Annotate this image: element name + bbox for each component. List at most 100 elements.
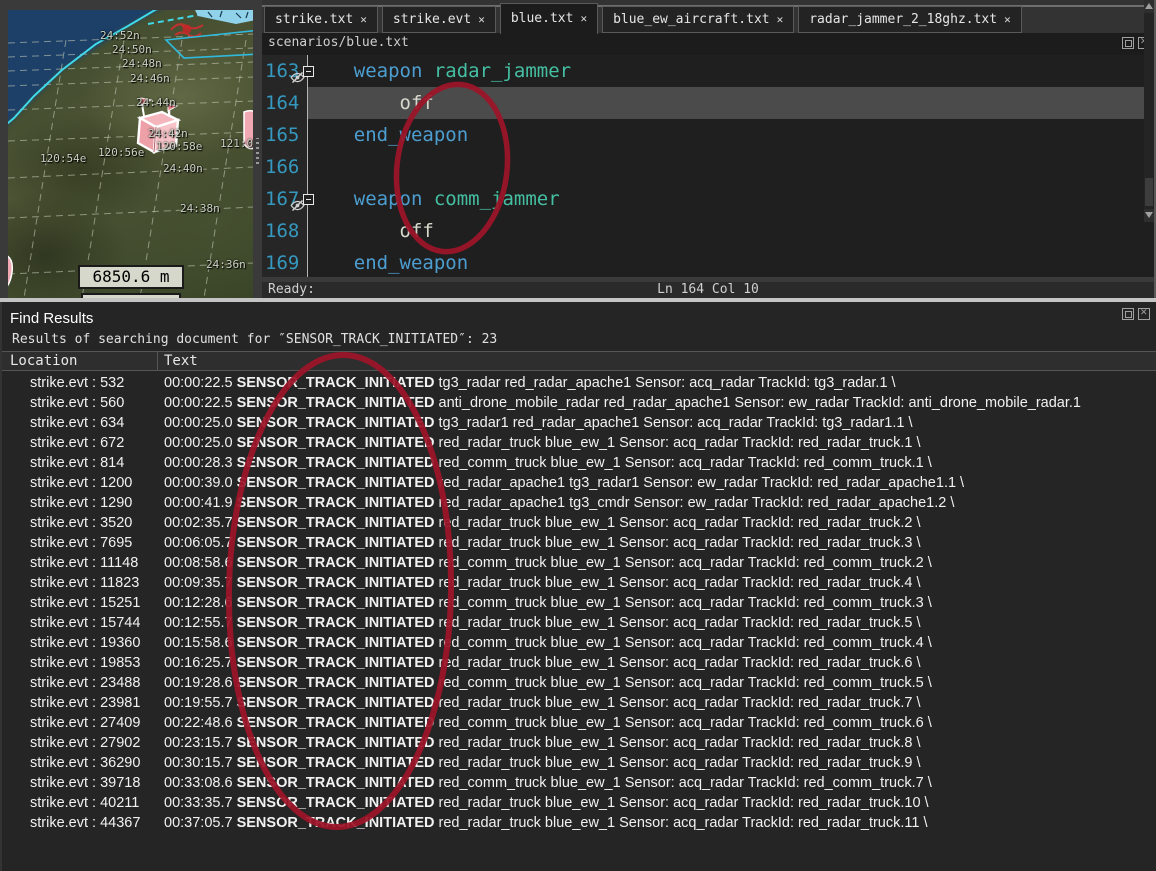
entity-partial-left[interactable] [8,254,12,292]
column-divider[interactable] [157,352,158,370]
result-location: strike.evt : 19360 [2,633,164,653]
fold-collapse-icon[interactable] [303,194,314,205]
result-text: 00:19:28.6 SENSOR_TRACK_INITIATED red_co… [164,673,1156,693]
tab-close-icon[interactable]: ✕ [478,7,485,32]
code-text: weapon comm_jammer [308,183,1144,215]
result-location: strike.evt : 23981 [2,693,164,713]
table-row[interactable]: strike.evt : 53200:00:22.5 SENSOR_TRACK_… [2,373,1156,393]
close-icon[interactable] [1138,308,1150,320]
tab-label: blue_ew_aircraft.txt [613,7,770,32]
code-line-167[interactable]: 167 weapon comm_jammer [262,183,1154,215]
table-row[interactable]: strike.evt : 63400:00:25.0 SENSOR_TRACK_… [2,413,1156,433]
event-name: SENSOR_TRACK_INITIATED [237,375,435,391]
token-type: comm_jammer [434,188,560,210]
tab-close-icon[interactable]: ✕ [580,4,587,34]
result-text: 00:22:48.6 SENSOR_TRACK_INITIATED red_co… [164,713,1156,733]
table-row[interactable]: strike.evt : 3629000:30:15.7 SENSOR_TRAC… [2,753,1156,773]
table-row[interactable]: strike.evt : 2790200:23:15.7 SENSOR_TRAC… [2,733,1156,753]
tab-blue.txt[interactable]: blue.txt✕ [500,3,598,34]
event-name: SENSOR_TRACK_INITIATED [237,635,435,651]
table-row[interactable]: strike.evt : 2740900:22:48.6 SENSOR_TRAC… [2,713,1156,733]
table-row[interactable]: strike.evt : 2398100:19:55.7 SENSOR_TRAC… [2,693,1156,713]
event-name: SENSOR_TRACK_INITIATED [237,595,435,611]
scroll-up-icon[interactable] [1144,0,1154,13]
tab-close-icon[interactable]: ✕ [360,7,367,32]
result-location: strike.evt : 11148 [2,553,164,573]
tab-close-icon[interactable]: ✕ [777,7,784,32]
graticule-label: 121:00 [220,137,254,150]
result-location: strike.evt : 23488 [2,673,164,693]
result-text: 00:33:08.6 SENSOR_TRACK_INITIATED red_co… [164,773,1156,793]
results-table-header[interactable]: Location Text [2,351,1156,371]
fold-collapse-icon[interactable] [303,66,314,77]
result-location: strike.evt : 634 [2,413,164,433]
float-icon[interactable] [1122,37,1134,49]
application-window: 24:52n24:50n24:48n24:46n24:44n24:42n24:4… [0,0,1156,871]
table-row[interactable]: strike.evt : 2348800:19:28.6 SENSOR_TRAC… [2,673,1156,693]
vertical-splitter[interactable] [253,0,262,298]
line-number: 163 [262,55,308,87]
result-text: 00:06:05.7 SENSOR_TRACK_INITIATED red_ra… [164,533,1156,553]
scrollbar-thumb[interactable] [1145,178,1153,206]
event-name: SENSOR_TRACK_INITIATED [237,715,435,731]
result-text: 00:09:35.7 SENSOR_TRACK_INITIATED red_ra… [164,573,1156,593]
tab-blue_ew_aircraft.txt[interactable]: blue_ew_aircraft.txt ✕ [602,6,794,33]
tab-strike.txt[interactable]: strike.txt✕ [264,6,378,33]
table-row[interactable]: strike.evt : 129000:00:41.9 SENSOR_TRACK… [2,493,1156,513]
graticule-label: 120:56e [98,146,144,159]
editor-vertical-scrollbar[interactable] [1144,0,1154,222]
event-name: SENSOR_TRACK_INITIATED [237,775,435,791]
table-row[interactable]: strike.evt : 1114800:08:58.6 SENSOR_TRAC… [2,553,1156,573]
result-location: strike.evt : 1200 [2,473,164,493]
table-row[interactable]: strike.evt : 3971800:33:08.6 SENSOR_TRAC… [2,773,1156,793]
code-line-164[interactable]: 164 off [262,87,1154,119]
tab-label: radar_jammer_2_18ghz.txt [809,7,997,32]
table-row[interactable]: strike.evt : 769500:06:05.7 SENSOR_TRACK… [2,533,1156,553]
result-text: 00:12:28.6 SENSOR_TRACK_INITIATED red_co… [164,593,1156,613]
table-row[interactable]: strike.evt : 67200:00:25.0 SENSOR_TRACK_… [2,433,1156,453]
tab-close-icon[interactable]: ✕ [1004,7,1011,32]
table-row[interactable]: strike.evt : 4021100:33:35.7 SENSOR_TRAC… [2,793,1156,813]
table-row[interactable]: strike.evt : 1936000:15:58.6 SENSOR_TRAC… [2,633,1156,653]
code-line-163[interactable]: 163 weapon radar_jammer [262,55,1154,87]
column-header-text[interactable]: Text [164,353,198,369]
table-row[interactable]: strike.evt : 120000:00:39.0 SENSOR_TRACK… [2,473,1156,493]
map-viewport[interactable]: 24:52n24:50n24:48n24:46n24:44n24:42n24:4… [8,10,254,298]
tab-strike.evt[interactable]: strike.evt✕ [382,6,496,33]
result-location: strike.evt : 44367 [2,813,164,833]
code-line-165[interactable]: 165 end_weapon [262,119,1154,151]
editor-pane: strike.txt✕strike.evt✕blue.txt✕blue_ew_a… [262,0,1156,298]
table-row[interactable]: strike.evt : 1574400:12:55.7 SENSOR_TRAC… [2,613,1156,633]
code-editor[interactable]: 163 weapon radar_jammer164 off165 end_we… [262,55,1154,277]
event-name: SENSOR_TRACK_INITIATED [237,475,435,491]
event-name: SENSOR_TRACK_INITIATED [237,515,435,531]
table-row[interactable]: strike.evt : 1985300:16:25.7 SENSOR_TRAC… [2,653,1156,673]
code-text: end_weapon [308,119,1144,151]
code-line-166[interactable]: 166 [262,151,1154,183]
table-row[interactable]: strike.evt : 352000:02:35.7 SENSOR_TRACK… [2,513,1156,533]
line-number: 169 [262,247,308,277]
graticule-label: 24:38n [180,202,220,215]
table-row[interactable]: strike.evt : 1525100:12:28.6 SENSOR_TRAC… [2,593,1156,613]
event-name: SENSOR_TRACK_INITIATED [237,415,435,431]
result-text: 00:12:55.7 SENSOR_TRACK_INITIATED red_ra… [164,613,1156,633]
token-kw: weapon [354,188,434,210]
float-icon[interactable] [1122,308,1134,320]
table-row[interactable]: strike.evt : 81400:00:28.3 SENSOR_TRACK_… [2,453,1156,473]
map-scale-indicator: 6850.6 m [78,265,184,289]
tab-radar_jammer_2_18ghz.txt[interactable]: radar_jammer_2_18ghz.txt ✕ [798,6,1021,33]
result-text: 00:30:15.7 SENSOR_TRACK_INITIATED red_ra… [164,753,1156,773]
scroll-down-icon[interactable] [1144,209,1154,222]
result-location: strike.evt : 40211 [2,793,164,813]
code-text: off [308,215,1144,247]
column-header-location[interactable]: Location [10,353,77,369]
code-line-168[interactable]: 168 off [262,215,1154,247]
table-row[interactable]: strike.evt : 1182300:09:35.7 SENSOR_TRAC… [2,573,1156,593]
search-summary: Results of searching document for ″SENSO… [12,332,497,347]
graticule-label: 24:48n [122,57,162,70]
table-row[interactable]: strike.evt : 56000:00:22.5 SENSOR_TRACK_… [2,393,1156,413]
table-row[interactable]: strike.evt : 4436700:37:05.7 SENSOR_TRAC… [2,813,1156,833]
code-line-169[interactable]: 169 end_weapon [262,247,1154,277]
graticule-label: 120:54e [40,152,86,165]
result-location: strike.evt : 15251 [2,593,164,613]
